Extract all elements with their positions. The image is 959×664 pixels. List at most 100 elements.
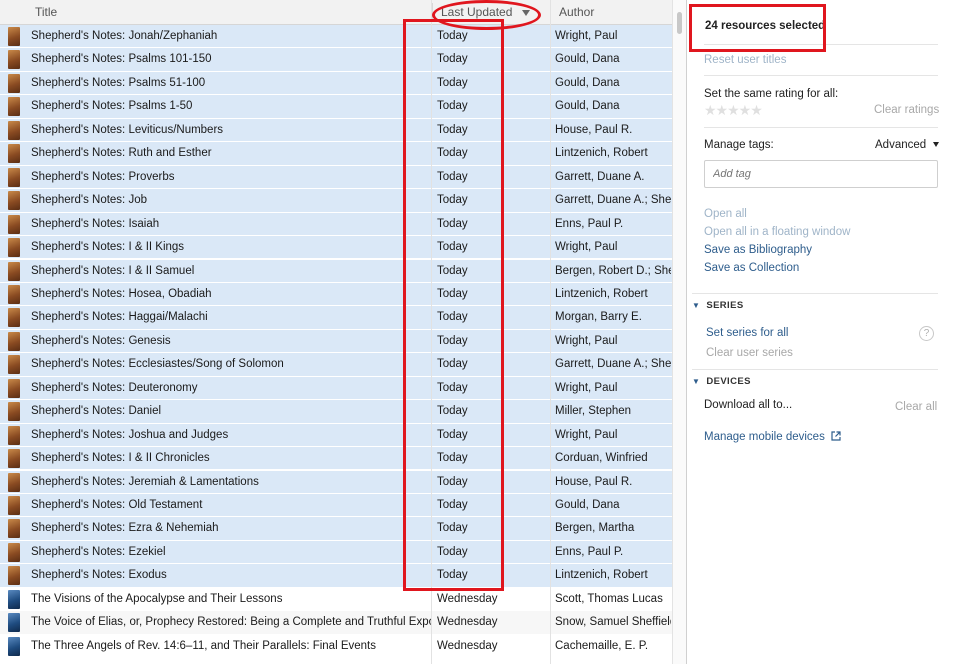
open-all-link[interactable]: Open all — [704, 208, 747, 220]
author-name: House, Paul R. — [555, 475, 633, 488]
rating-stars[interactable]: ★★★★★ — [704, 102, 763, 119]
table-row[interactable]: Shepherd's Notes: Isaiah Today Enns, Paul … — [0, 212, 672, 236]
author-name: Bergen, Robert D.; Shep — [555, 264, 671, 277]
book-cover-icon — [8, 191, 20, 211]
save-collection-link[interactable]: Save as Collection — [704, 262, 799, 274]
resource-title: Shepherd's Notes: Exodus — [31, 569, 167, 582]
list-scrollbar[interactable] — [672, 0, 686, 664]
author-column-header[interactable]: Author — [559, 0, 594, 25]
clear-ratings-link[interactable]: Clear ratings — [874, 104, 939, 116]
book-cover-icon — [8, 472, 20, 492]
table-row[interactable]: The Voice of Elias, or, Prophecy Restore… — [0, 611, 672, 635]
book-cover-icon — [8, 167, 20, 187]
save-bibliography-link[interactable]: Save as Bibliography — [704, 244, 812, 256]
table-row[interactable]: Shepherd's Notes: Proverbs Today Garrett, … — [0, 165, 672, 190]
author-name: Wright, Paul — [555, 241, 618, 254]
add-tag-box — [704, 160, 938, 188]
devices-section-toggle[interactable]: ▼ DEVICES — [692, 376, 751, 387]
table-row[interactable]: Shepherd's Notes: I & II Samuel Today Berg… — [0, 259, 672, 283]
author-name: Gould, Dana — [555, 100, 620, 113]
last-updated-value: Wednesday — [437, 639, 498, 652]
table-row[interactable]: Shepherd's Notes: Job Today Garrett, Duane… — [0, 189, 672, 213]
author-name: Wright, Paul — [555, 30, 618, 42]
book-cover-icon — [8, 238, 20, 258]
reset-user-titles-link[interactable]: Reset user titles — [704, 54, 786, 66]
collapse-triangle-icon: ▼ — [692, 301, 701, 310]
author-name: Wright, Paul — [555, 381, 618, 394]
author-name: Garrett, Duane A. — [555, 170, 645, 183]
table-row[interactable]: Shepherd's Notes: Psalms 51-100 Today Goul… — [0, 71, 672, 96]
table-row[interactable]: Shepherd's Notes: Haggai/Malachi Today Mor… — [0, 306, 672, 330]
table-row[interactable]: Shepherd's Notes: I & II Chronicles Today… — [0, 447, 672, 471]
author-name: Wright, Paul — [555, 428, 618, 441]
resource-title: Shepherd's Notes: Isaiah — [31, 217, 160, 230]
resource-title: The Voice of Elias, or, Prophecy Restore… — [31, 616, 431, 629]
table-row[interactable]: Shepherd's Notes: Psalms 1-50 Today Gould,… — [0, 95, 672, 119]
series-section-toggle[interactable]: ▼ SERIES — [692, 300, 744, 311]
resource-title: Shepherd's Notes: Psalms 51-100 — [31, 76, 206, 89]
table-row[interactable]: Shepherd's Notes: Joshua and Judges Today… — [0, 423, 672, 448]
table-row[interactable]: The Three Angels of Rev. 14:6–11, and Th… — [0, 634, 672, 659]
author-name: Morgan, Barry E. — [555, 311, 642, 324]
resource-title: Shepherd's Notes: I & II Chronicles — [31, 452, 210, 465]
add-tag-input[interactable] — [705, 161, 937, 187]
table-row[interactable]: Shepherd's Notes: Daniel Today Miller, Ste… — [0, 400, 672, 424]
table-row[interactable]: Shepherd's Notes: Old Testament Today Goul… — [0, 494, 672, 518]
collapse-triangle-icon: ▼ — [692, 377, 701, 386]
table-row[interactable]: Shepherd's Notes: Ezekiel Today Enns, Paul… — [0, 540, 672, 565]
resource-title: Shepherd's Notes: Daniel — [31, 405, 162, 418]
download-all-link[interactable]: Download all to... — [704, 399, 792, 411]
author-name: Gould, Dana — [555, 53, 620, 66]
table-row[interactable]: Shepherd's Notes: Ruth and Esther Today Li… — [0, 142, 672, 166]
author-name: Lintzenich, Robert — [555, 147, 648, 160]
table-row[interactable]: The Visions of the Apocalypse and Their … — [0, 587, 672, 612]
clear-all-link[interactable]: Clear all — [895, 401, 937, 413]
table-row[interactable]: Shepherd's Notes: Hosea, Obadiah Today Lin… — [0, 282, 672, 307]
advanced-label: Advanced — [875, 139, 927, 151]
set-series-link[interactable]: Set series for all — [706, 327, 788, 339]
book-cover-icon — [8, 402, 20, 422]
scrollbar-thumb[interactable] — [677, 12, 682, 34]
book-cover-icon — [8, 144, 20, 164]
author-name: Enns, Paul P. — [555, 545, 624, 558]
table-row[interactable]: Shepherd's Notes: Leviticus/Numbers Today… — [0, 118, 672, 143]
clear-user-series-link[interactable]: Clear user series — [706, 347, 793, 359]
book-cover-icon — [8, 542, 20, 562]
title-column-header[interactable]: Title — [35, 0, 57, 25]
series-heading: SERIES — [706, 300, 744, 311]
table-row[interactable]: Shepherd's Notes: Exodus Today Lintzenich,… — [0, 564, 672, 588]
table-row[interactable]: Shepherd's Notes: Jonah/Zephaniah Today Wr… — [0, 25, 672, 49]
resource-title: Shepherd's Notes: Genesis — [31, 334, 171, 347]
table-row[interactable]: Shepherd's Notes: Ezra & Nehemiah Today Be… — [0, 517, 672, 541]
author-name: House, Paul R. — [555, 123, 633, 136]
help-icon[interactable]: ? — [919, 326, 934, 341]
manage-tags-label: Manage tags: — [704, 139, 774, 151]
manage-mobile-devices-link[interactable]: Manage mobile devices — [704, 431, 841, 443]
resource-title: Shepherd's Notes: I & II Samuel — [31, 264, 195, 277]
book-cover-icon — [8, 308, 20, 328]
resource-title: Shepherd's Notes: Ezra & Nehemiah — [31, 522, 219, 535]
table-row[interactable]: Shepherd's Notes: Genesis Today Wright, Pa… — [0, 329, 672, 354]
resource-title: Shepherd's Notes: Joshua and Judges — [31, 428, 229, 441]
resource-list: Title Last Updated Author Shepherd's Not… — [0, 0, 672, 664]
table-row[interactable]: Shepherd's Notes: Jeremiah & Lamentation… — [0, 470, 672, 494]
table-row[interactable]: Shepherd's Notes: Ecclesiastes/Song of S… — [0, 353, 672, 377]
author-name: Lintzenich, Robert — [555, 287, 648, 300]
book-cover-icon — [8, 120, 20, 140]
column-separator — [550, 0, 551, 664]
author-name: Scott, Thomas Lucas — [555, 592, 663, 605]
author-name: Snow, Samuel Sheffield — [555, 616, 671, 629]
advanced-dropdown[interactable]: Advanced — [875, 139, 940, 151]
table-row[interactable]: Shepherd's Notes: Psalms 101-150 Today Gou… — [0, 48, 672, 72]
last-updated-value: Wednesday — [437, 616, 498, 629]
open-floating-link[interactable]: Open all in a floating window — [704, 226, 850, 238]
last-updated-value: Wednesday — [437, 592, 498, 605]
table-row[interactable]: Shepherd's Notes: Deuteronomy Today Wright… — [0, 376, 672, 401]
resource-title: Shepherd's Notes: Haggai/Malachi — [31, 311, 208, 324]
annotation-box-dates — [403, 19, 504, 591]
resource-title: Shepherd's Notes: Ecclesiastes/Song of S… — [31, 358, 284, 371]
table-row[interactable]: Shepherd's Notes: I & II Kings Today Wrigh… — [0, 236, 672, 260]
resource-title: Shepherd's Notes: Ruth and Esther — [31, 147, 212, 160]
resource-title: Shepherd's Notes: Proverbs — [31, 170, 175, 183]
book-cover-icon — [8, 449, 20, 469]
